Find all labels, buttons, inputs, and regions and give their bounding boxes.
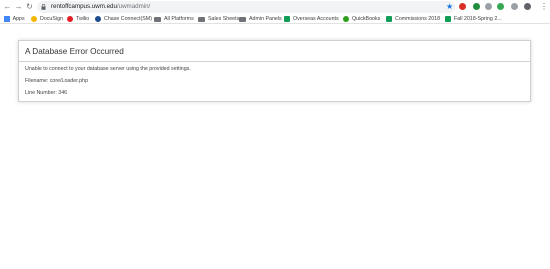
sheets-icon: [386, 16, 392, 22]
bookmark-label: Chase Connect(SM): [104, 16, 152, 22]
error-title: A Database Error Occurred: [25, 47, 124, 56]
folder-icon: [239, 16, 246, 22]
bookmark-item[interactable]: Sales Sheets: [198, 14, 239, 24]
bookmark-label: Commissions 2018: [395, 16, 441, 22]
browser-toolbar: ← → ↻ rentoffcampus.uwm.edu/uwmadmin/ ★ …: [0, 0, 550, 14]
extension-icon[interactable]: [485, 3, 492, 10]
error-filename: Filename: core/Loader.php: [25, 78, 89, 84]
bookmark-label: All Platforms: [164, 16, 194, 22]
bookmark-label: Admin Panels: [249, 16, 282, 22]
extension-icon[interactable]: [524, 3, 531, 10]
bookmark-item[interactable]: Twilio: [67, 14, 89, 24]
lock-icon: [41, 4, 46, 10]
back-icon[interactable]: ←: [3, 2, 12, 12]
bookmark-label: Twilio: [76, 16, 90, 22]
twilio-icon: [67, 16, 73, 22]
quickbooks-icon: [343, 16, 349, 22]
chase-icon: [95, 16, 101, 22]
url-host: rentoffcampus.uwm.edu: [51, 3, 117, 10]
bookmark-label: Apps: [12, 16, 25, 22]
bookmarks-bar: Apps DocuSign Twilio Chase Connect(SM) All P…: [0, 14, 550, 24]
extension-icon[interactable]: [459, 3, 466, 10]
bookmark-star-icon[interactable]: ★: [446, 2, 453, 12]
bookmark-label: DocuSign: [40, 16, 63, 22]
bookmark-item[interactable]: Fall 2018-Spring 2...: [445, 14, 502, 24]
bookmark-item[interactable]: Commissions 2018: [386, 14, 440, 24]
bookmark-item[interactable]: Chase Connect(SM): [95, 14, 152, 24]
docusign-icon: [31, 16, 37, 22]
extension-icon[interactable]: [511, 3, 518, 10]
sheets-icon: [445, 16, 451, 22]
url-path: /uwmadmin/: [116, 3, 151, 10]
bookmark-item[interactable]: All Platforms: [154, 14, 194, 24]
extension-icon[interactable]: [473, 3, 480, 10]
bookmark-item[interactable]: DocuSign: [31, 14, 63, 24]
bookmark-label: Fall 2018-Spring 2...: [454, 16, 502, 22]
address-bar[interactable]: rentoffcampus.uwm.edu/uwmadmin/: [37, 1, 455, 13]
bookmark-label: Overseas Accounts: [293, 16, 339, 22]
sheets-icon: [284, 16, 290, 22]
error-panel: A Database Error Occurred Unable to conn…: [18, 40, 531, 102]
folder-icon: [154, 16, 161, 22]
bookmark-item[interactable]: QuickBooks: [343, 14, 380, 24]
folder-icon: [198, 16, 205, 22]
browser-menu-icon[interactable]: ⋮: [540, 2, 548, 12]
reload-icon[interactable]: ↻: [25, 2, 34, 12]
error-line-number: Line Number: 346: [25, 90, 68, 96]
bookmark-item[interactable]: Overseas Accounts: [284, 14, 339, 24]
url-text[interactable]: rentoffcampus.uwm.edu/uwmadmin/: [51, 1, 150, 13]
error-message: Unable to connect to your database serve…: [25, 66, 191, 72]
bookmark-label: Sales Sheets: [208, 16, 240, 22]
forward-icon[interactable]: →: [14, 2, 23, 12]
bookmark-label: QuickBooks: [352, 16, 381, 22]
bookmark-item[interactable]: Apps: [4, 14, 25, 24]
panel-divider: [19, 61, 530, 62]
bookmark-item[interactable]: Admin Panels: [239, 14, 282, 24]
extension-icon[interactable]: [497, 3, 504, 10]
apps-grid-icon: [4, 16, 10, 22]
